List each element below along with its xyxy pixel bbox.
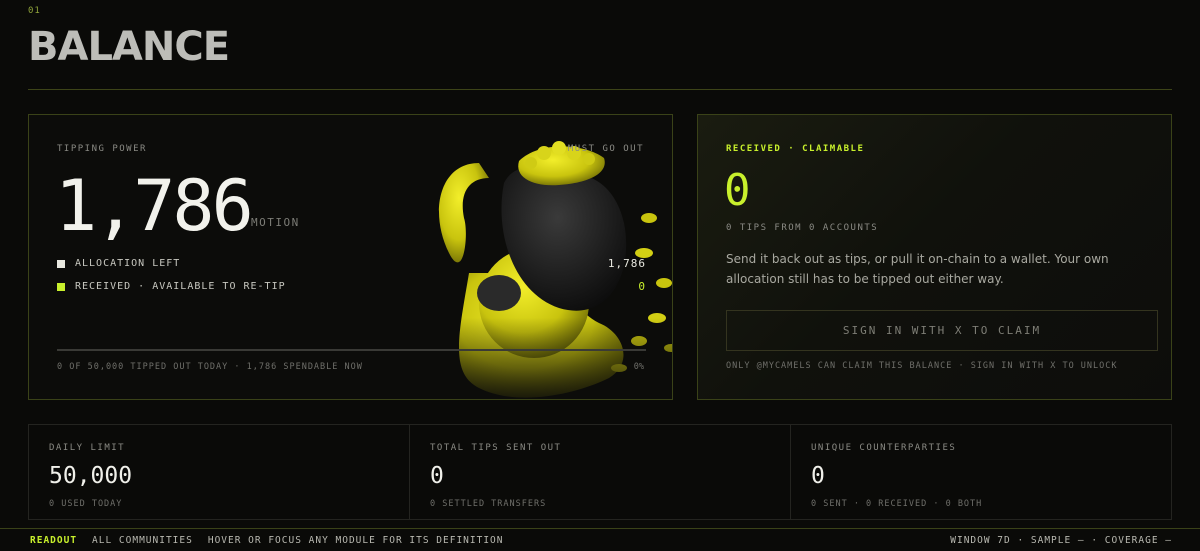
claimable-card[interactable]: RECEIVED · CLAIMABLE 0 0 TIPS FROM 0 ACC… xyxy=(697,114,1172,400)
stat-unique-counterparties[interactable]: UNIQUE COUNTERPARTIES 0 0 SENT · 0 RECEI… xyxy=(791,425,1171,519)
sign-in-claim-button[interactable]: SIGN IN WITH X TO CLAIM xyxy=(726,310,1158,351)
claimable-label: RECEIVED · CLAIMABLE xyxy=(726,144,865,154)
must-go-out-tag: MUST GO OUT xyxy=(567,144,644,154)
stat-label: DAILY LIMIT xyxy=(49,443,126,453)
stat-value: 0 xyxy=(430,463,444,489)
tipping-footer: 0 OF 50,000 TIPPED OUT TODAY · 1,786 SPE… xyxy=(57,362,363,372)
tipped-progress-bar xyxy=(57,349,646,351)
tipping-power-label: TIPPING POWER xyxy=(57,144,147,154)
stat-value: 0 xyxy=(811,463,825,489)
stat-label: TOTAL TIPS SENT OUT xyxy=(430,443,562,453)
stat-label: UNIQUE COUNTERPARTIES xyxy=(811,443,957,453)
readout-bar: READOUT ALL COMMUNITIES HOVER OR FOCUS A… xyxy=(0,528,1200,551)
claimable-description: Send it back out as tips, or pull it on-… xyxy=(726,252,1109,286)
received-swatch xyxy=(57,282,65,291)
received-value: 0 xyxy=(638,280,646,293)
claimable-value: 0 xyxy=(724,165,751,216)
readout-status: WINDOW 7D · SAMPLE — · COVERAGE — xyxy=(950,534,1172,546)
title-divider xyxy=(28,89,1172,90)
stat-value: 50,000 xyxy=(49,463,133,489)
legend-allocation-left: ALLOCATION LEFT 1,786 xyxy=(57,257,646,270)
stat-sub: 0 SETTLED TRANSFERS xyxy=(430,499,547,509)
stat-sub: 0 USED TODAY xyxy=(49,499,123,509)
allocation-left-value: 1,786 xyxy=(607,257,646,270)
claimable-footer: ONLY @MYCAMELS CAN CLAIM THIS BALANCE · … xyxy=(726,361,1118,371)
stat-sub: 0 SENT · 0 RECEIVED · 0 BOTH xyxy=(811,499,983,509)
allocation-left-label: ALLOCATION LEFT xyxy=(75,258,181,269)
claimable-subtitle: 0 TIPS FROM 0 ACCOUNTS xyxy=(726,223,879,233)
community-selector[interactable]: ALL COMMUNITIES xyxy=(92,535,193,546)
section-number: 01 xyxy=(28,6,41,16)
legend-received: RECEIVED · AVAILABLE TO RE-TIP 0 xyxy=(57,280,646,293)
stats-row: DAILY LIMIT 50,000 0 USED TODAY TOTAL TI… xyxy=(28,424,1172,520)
page-title: BALANCE xyxy=(28,24,230,70)
tipping-power-card[interactable]: TIPPING POWER MUST GO OUT 1,786 MOTION A… xyxy=(28,114,673,400)
stat-total-tips[interactable]: TOTAL TIPS SENT OUT 0 0 SETTLED TRANSFER… xyxy=(410,425,791,519)
readout-hint: HOVER OR FOCUS ANY MODULE FOR ITS DEFINI… xyxy=(207,534,504,546)
tipping-power-value: 1,786 xyxy=(55,165,254,247)
received-label: RECEIVED · AVAILABLE TO RE-TIP xyxy=(75,281,286,292)
tipping-percent: 0% xyxy=(633,362,644,372)
stat-daily-limit[interactable]: DAILY LIMIT 50,000 0 USED TODAY xyxy=(29,425,410,519)
allocation-swatch xyxy=(57,259,65,268)
readout-label: READOUT xyxy=(30,534,78,546)
tipping-power-unit: MOTION xyxy=(251,216,300,229)
